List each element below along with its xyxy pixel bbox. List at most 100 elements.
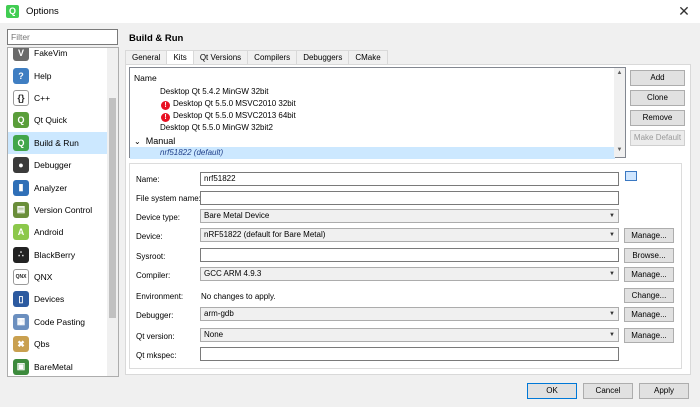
window-title: Options [26,6,59,17]
sidebar-item[interactable]: ● Debugger [8,154,108,176]
sidebar-item[interactable]: Q Build & Run [8,131,108,154]
tree-header-name: Name [134,73,157,83]
sidebar-item[interactable]: ✖ Qbs [8,333,108,355]
sidebar-item[interactable]: ∴ BlackBerry [8,244,108,266]
clone-kit-button[interactable]: Clone [630,90,685,106]
kit-row[interactable]: ! Desktop Qt 5.5.0 MSVC2013 64bit [130,110,615,122]
kit-row-label: Manual [145,136,176,146]
tab-kits[interactable]: Kits [166,50,194,65]
debugger-label: Debugger: [136,311,174,320]
chevron-down-icon[interactable]: ⌄ [134,137,141,146]
add-kit-button[interactable]: Add [630,70,685,86]
cancel-button[interactable]: Cancel [583,383,633,399]
sidebar-item-label: FakeVim [34,48,68,59]
sysroot-field[interactable] [200,248,619,262]
sidebar-item-label: Android [34,227,64,238]
chevron-down-icon: ▼ [609,213,615,219]
sidebar-item[interactable]: {} C++ [8,87,108,109]
sidebar-item-label: Build & Run [34,137,79,148]
device-value: nRF51822 (default for Bare Metal) [204,230,326,239]
kit-row-label: Desktop Qt 5.5.0 MinGW 32bit2 [160,123,273,132]
device-manage-button[interactable]: Manage... [624,228,674,243]
debugger-combo[interactable]: arm-gdb ▼ [200,307,619,321]
options-window: Q Options ✕ VFakeVim?Help{}C++QQt QuickQ… [0,0,700,407]
help-icon: ? [13,67,29,84]
sidebar-item-label: BareMetal [34,361,73,372]
file-system-name-field[interactable] [200,191,619,205]
tab-qt-versions[interactable]: Qt Versions [192,50,249,64]
filter-input[interactable] [8,30,117,44]
sidebar-item[interactable]: QNX QNX [8,266,108,288]
compiler-combo[interactable]: GCC ARM 4.9.3 ▼ [200,267,619,281]
sidebar-item[interactable]: V FakeVim [8,48,108,64]
sidebar-item-label: C++ [34,92,51,103]
qbs-icon: ✖ [13,336,29,353]
tree-group-manual[interactable]: ⌄ Manual [130,135,615,147]
debugger-manage-button[interactable]: Manage... [624,307,674,322]
device-label: Device: [136,232,163,241]
kit-row-label: nrf51822 (default) [160,148,224,157]
sidebar-item-label: Devices [34,294,65,305]
sidebar-item[interactable]: ? Help [8,64,108,86]
tab-general[interactable]: General [125,50,168,64]
sidebar-item[interactable]: ▦ Code Pasting [8,311,108,333]
kit-row[interactable]: Desktop Qt 5.5.0 MinGW 32bit2 [130,122,615,134]
sidebar-item-label: BlackBerry [34,249,76,260]
sidebar-item[interactable]: ▯ Devices [8,288,108,310]
version-control-icon: ▤ [13,201,29,218]
close-button[interactable]: ✕ [668,0,700,24]
sidebar-item[interactable]: ▮ Analyzer [8,176,108,198]
qt-version-combo[interactable]: None ▼ [200,328,619,342]
sidebar-item-label: Debugger [34,160,72,171]
tab-bar: General Kits Qt Versions Compilers Debuggers… [125,50,388,65]
qt-creator-icon: Q [6,5,19,18]
sysroot-browse-button[interactable]: Browse... [624,248,674,263]
sidebar-scrollbar[interactable] [107,48,118,376]
qt-version-value: None [204,330,224,339]
scroll-down-icon[interactable]: ▼ [616,147,623,155]
kit-row-label: Desktop Qt 5.5.0 MSVC2010 32bit [173,99,296,108]
device-icon-button[interactable] [625,171,637,181]
remove-kit-button[interactable]: Remove [630,110,685,126]
kit-row[interactable]: nrf51822 (default) [130,147,615,159]
qt-version-label: Qt version: [136,332,175,341]
filter-field[interactable] [7,29,118,45]
category-list: V FakeVim? Help {} C++ Q Qt Quick Q Build & Run ●… [8,48,108,376]
device-type-value: Bare Metal Device [204,211,270,220]
compiler-manage-button[interactable]: Manage... [624,267,674,282]
make-default-button[interactable]: Make Default [630,130,685,146]
device-type-combo[interactable]: Bare Metal Device ▼ [200,209,619,223]
sidebar-item[interactable]: A Android [8,221,108,243]
qt-mkspec-field[interactable] [200,347,619,361]
sidebar-item[interactable]: ▣ BareMetal [8,355,108,376]
analyzer-icon: ▮ [13,179,29,196]
error-icon: ! [161,101,170,110]
kit-row[interactable]: Desktop Qt 5.4.2 MinGW 32bit [130,86,615,98]
tree-scrollbar[interactable]: ▲ ▼ [614,68,625,157]
chevron-down-icon: ▼ [609,311,615,317]
scroll-up-icon[interactable]: ▲ [616,70,623,78]
apply-button[interactable]: Apply [639,383,689,399]
qt-version-manage-button[interactable]: Manage... [624,328,674,343]
name-field[interactable]: nrf51822 [200,172,619,186]
device-combo[interactable]: nRF51822 (default for Bare Metal) ▼ [200,228,619,242]
ok-button[interactable]: OK [527,383,577,399]
kit-row[interactable]: ! Desktop Qt 5.5.0 MSVC2010 32bit [130,98,615,110]
environment-label: Environment: [136,292,184,301]
error-icon: ! [161,113,170,122]
chevron-down-icon: ▼ [609,232,615,238]
tab-compilers[interactable]: Compilers [247,50,298,64]
category-sidebar[interactable]: V FakeVim? Help {} C++ Q Qt Quick Q Build & Run ●… [7,47,119,377]
environment-change-button[interactable]: Change... [624,288,674,303]
file-system-name-label: File system name: [136,194,201,203]
tab-cmake[interactable]: CMake [348,50,388,64]
sidebar-item[interactable]: Q Qt Quick [8,109,108,131]
sysroot-label: Sysroot: [136,252,166,261]
page-title: Build & Run [129,33,184,44]
sidebar-item[interactable]: ▤ Version Control [8,199,108,221]
kit-tree[interactable]: Name Desktop Qt 5.4.2 MinGW 32bit! Deskto… [129,67,626,159]
tab-debuggers[interactable]: Debuggers [296,50,350,64]
sidebar-scroll-thumb[interactable] [109,98,116,318]
cpp-icon: {} [13,89,29,106]
sidebar-item-label: Code Pasting [34,316,86,327]
